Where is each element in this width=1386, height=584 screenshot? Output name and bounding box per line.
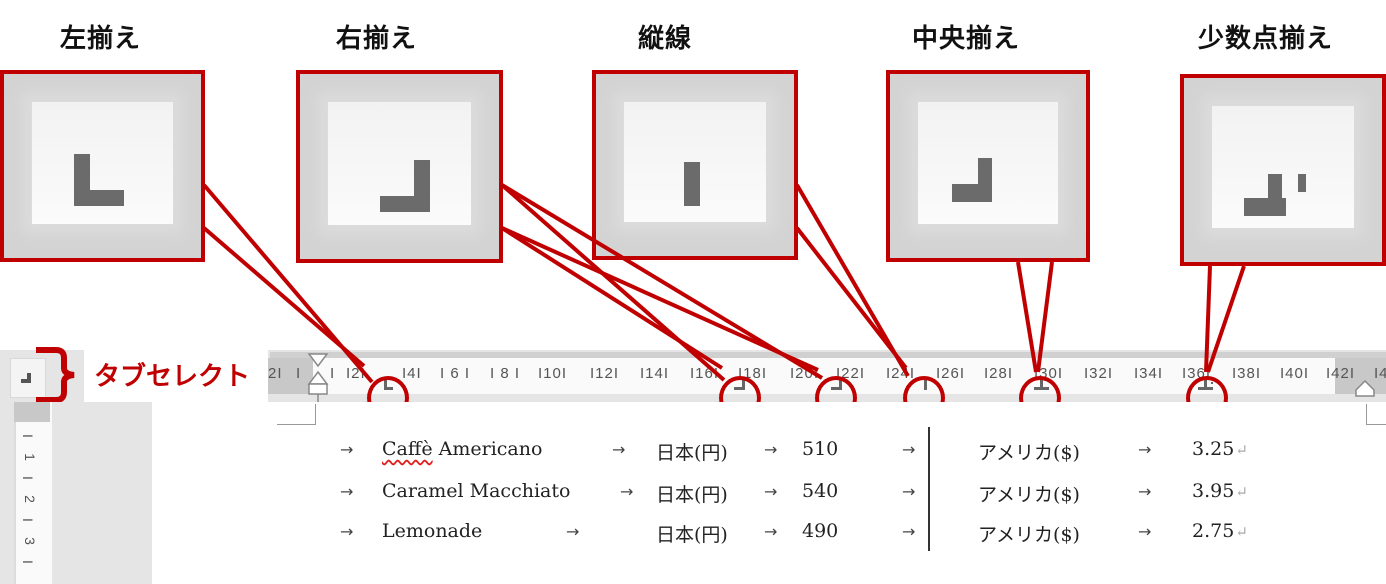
- vertical-ruler-tick: I: [19, 518, 36, 522]
- tab-arrow-icon: →: [902, 482, 916, 501]
- ruler-tick-label: I40I: [1280, 365, 1310, 382]
- us-label: アメリカ($): [978, 524, 1080, 546]
- ruler-tick-label: I32I: [1084, 365, 1114, 382]
- misspelled-word[interactable]: Caffè: [382, 438, 433, 460]
- jp-label: 日本(円): [656, 484, 728, 506]
- us-price: 3.95↵: [1192, 480, 1248, 502]
- ruler-tick-label: I2I: [346, 365, 366, 382]
- heading-bar-tab: 縦線: [638, 24, 693, 54]
- vertical-ruler[interactable]: [14, 402, 52, 584]
- vertical-ruler-tick: I: [19, 560, 36, 564]
- ruler-tick-label: I42I: [1326, 365, 1356, 382]
- jp-price: 490: [802, 520, 839, 542]
- bar-tab-line: [928, 427, 930, 551]
- us-label: アメリカ($): [978, 484, 1080, 506]
- ruler-tick-label: I26I: [936, 365, 966, 382]
- ruler-tick-label: I14I: [640, 365, 670, 382]
- tab-arrow-icon: →: [764, 522, 778, 541]
- tab-arrow-icon: →: [340, 440, 354, 459]
- vertical-ruler-tick: I: [19, 434, 36, 438]
- us-price: 2.75↵: [1192, 520, 1248, 542]
- heading-right-tab: 右揃え: [336, 24, 418, 54]
- item-name: Lemonade: [382, 520, 483, 542]
- tab-arrow-icon: →: [340, 522, 354, 541]
- ruler-tick-label: I12I: [590, 365, 620, 382]
- tab-arrow-icon: →: [764, 482, 778, 501]
- ruler-tick-label: 2I: [268, 365, 283, 382]
- ruler-tick-label: I34I: [1134, 365, 1164, 382]
- vertical-ruler-tick: I: [19, 476, 36, 480]
- right-indent-marker[interactable]: [1352, 378, 1378, 398]
- tab-arrow-icon: →: [1138, 482, 1152, 501]
- ruler-tick-label: I: [296, 365, 302, 382]
- item-name: Caffè Americano: [382, 438, 543, 460]
- tab-arrow-icon: →: [764, 440, 778, 459]
- zoom-right-tab: [296, 70, 503, 263]
- jp-price: 540: [802, 480, 839, 502]
- ruler-tick-label: I28I: [984, 365, 1014, 382]
- tab-selector-label: タブセレクト: [94, 362, 251, 392]
- ruler-tick-label: I16I: [690, 365, 720, 382]
- ruler-tick-label: I20I: [790, 365, 820, 382]
- heading-decimal-tab: 少数点揃え: [1198, 24, 1334, 54]
- ruler-tick-label: I 6 I: [440, 365, 471, 382]
- zoom-left-tab: [0, 70, 205, 262]
- us-label: アメリカ($): [978, 442, 1080, 464]
- ruler-tick-label: I: [330, 365, 336, 382]
- ruler-tick-label: I4I: [402, 365, 422, 382]
- margin-corner-left: [277, 404, 316, 425]
- jp-label: 日本(円): [656, 524, 728, 546]
- margin-corner-right: [1366, 404, 1386, 425]
- us-price: 3.25↵: [1192, 438, 1248, 460]
- tab-arrow-icon: →: [612, 440, 626, 459]
- heading-left-tab: 左揃え: [60, 24, 142, 54]
- vertical-ruler-tick: 1: [21, 453, 38, 461]
- tab-arrow-icon: →: [902, 440, 916, 459]
- tab-arrow-icon: →: [1138, 440, 1152, 459]
- paragraph-mark-icon: ↵: [1235, 441, 1248, 459]
- heading-center-tab: 中央揃え: [912, 24, 1021, 54]
- vertical-ruler-tick: 3: [21, 537, 38, 545]
- tab-arrow-icon: →: [340, 482, 354, 501]
- ruler-tick-label: I10I: [538, 365, 568, 382]
- tab-arrow-icon: →: [566, 522, 580, 541]
- item-name: Caramel Macchiato: [382, 480, 571, 502]
- zoom-bar-tab: [592, 70, 798, 260]
- tab-arrow-icon: →: [902, 522, 916, 541]
- tab-arrow-icon: →: [620, 482, 634, 501]
- brace-icon: [36, 347, 75, 403]
- paragraph-mark-icon: ↵: [1235, 523, 1248, 541]
- ruler-tick-label: I 8 I: [490, 365, 521, 382]
- paragraph-mark-icon: ↵: [1235, 483, 1248, 501]
- vertical-ruler-tick: 2: [21, 495, 38, 503]
- jp-label: 日本(円): [656, 442, 728, 464]
- zoom-decimal-tab: [1180, 74, 1386, 266]
- zoom-center-tab: [886, 70, 1090, 262]
- jp-price: 510: [802, 438, 839, 460]
- ruler-tick-label: I38I: [1232, 365, 1262, 382]
- tab-arrow-icon: →: [1138, 522, 1152, 541]
- vertical-ruler-margin: [14, 402, 50, 422]
